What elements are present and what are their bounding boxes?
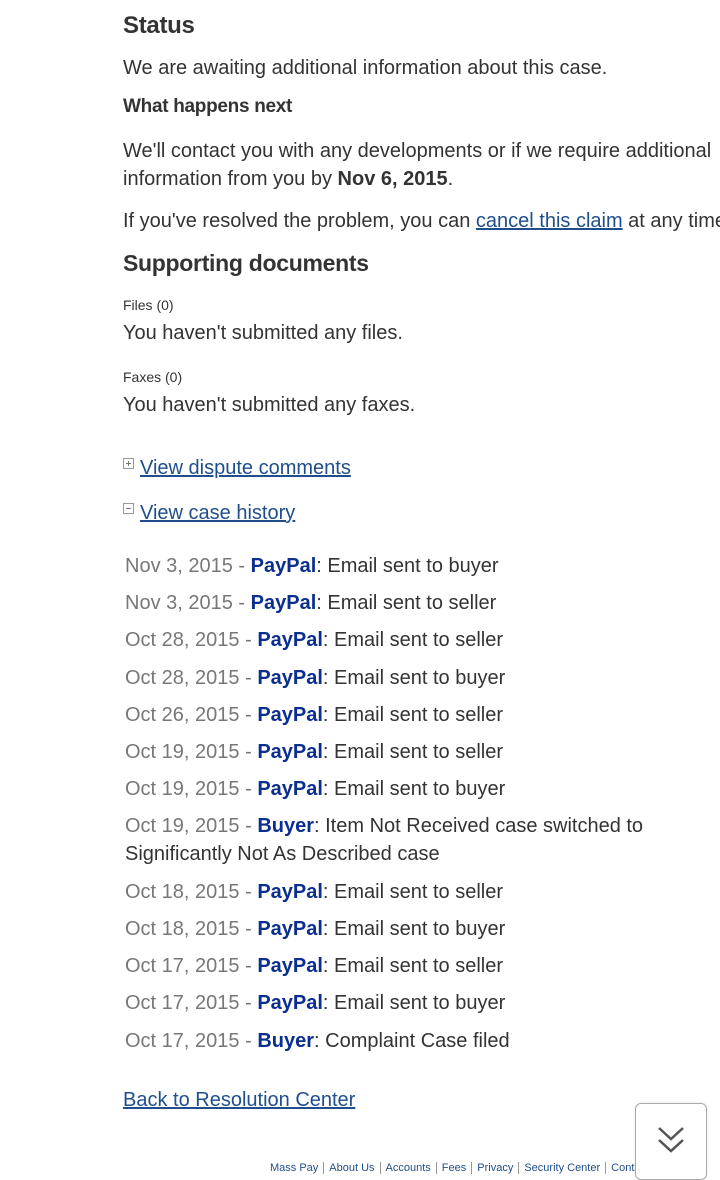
files-text: You haven't submitted any files.	[123, 322, 403, 344]
view-dispute-comments-link[interactable]: View dispute comments	[140, 457, 351, 480]
history-entry: Nov 3, 2015 - PayPal: Email sent to buye…	[125, 555, 499, 577]
history-entry: Nov 3, 2015 - PayPal: Email sent to sell…	[125, 592, 497, 614]
collapse-minus-icon[interactable]	[123, 503, 134, 514]
history-entry: Oct 18, 2015 - PayPal: Email sent to sel…	[125, 881, 503, 903]
history-entry: Oct 17, 2015 - PayPal: Email sent to buy…	[125, 992, 506, 1014]
history-entry: Oct 19, 2015 - PayPal: Email sent to buy…	[125, 778, 506, 800]
footer-link[interactable]: Privacy	[472, 1162, 520, 1174]
supporting-documents-heading: Supporting documents	[123, 250, 369, 276]
history-entry: Oct 17, 2015 - Buyer: Complaint Case fil…	[125, 1030, 510, 1052]
history-entry: Oct 26, 2015 - PayPal: Email sent to sel…	[125, 704, 503, 726]
faxes-text: You haven't submitted any faxes.	[123, 394, 416, 416]
resolved-text: If you've resolved the problem, you can …	[123, 210, 720, 232]
deadline-date: Nov 6, 2015	[337, 168, 448, 190]
case-history-toggle[interactable]: View case history	[123, 502, 295, 525]
footer-links: Mass Pay About Us Accounts Fees Privacy Secur…	[265, 1162, 672, 1174]
double-chevron-down-icon	[658, 1127, 684, 1153]
footer-link[interactable]: Security Center	[519, 1162, 607, 1174]
history-entry: Oct 28, 2015 - PayPal: Email sent to buy…	[125, 667, 506, 689]
history-entry: Oct 17, 2015 - PayPal: Email sent to sel…	[125, 955, 503, 977]
view-case-history-link[interactable]: View case history	[140, 502, 295, 525]
history-entry: Oct 19, 2015 - Buyer: Item Not Received …	[125, 815, 644, 865]
expand-plus-icon[interactable]	[123, 458, 134, 469]
files-label: Files (0)	[123, 297, 174, 313]
footer-link[interactable]: Mass Pay	[265, 1162, 325, 1174]
next-steps-text: We'll contact you with any developments …	[123, 140, 712, 190]
status-text: We are awaiting additional information a…	[123, 57, 608, 79]
dispute-comments-toggle[interactable]: View dispute comments	[123, 457, 351, 480]
faxes-label: Faxes (0)	[123, 369, 183, 385]
footer-link[interactable]: About Us	[324, 1162, 381, 1174]
cancel-claim-link[interactable]: cancel this claim	[476, 210, 623, 232]
scroll-down-button[interactable]	[635, 1103, 707, 1180]
back-to-resolution-center-link[interactable]: Back to Resolution Center	[123, 1089, 355, 1112]
what-happens-next-heading: What happens next	[123, 96, 293, 117]
footer-link[interactable]: Fees	[436, 1162, 473, 1174]
footer-link[interactable]: Accounts	[380, 1162, 437, 1174]
history-entry: Oct 28, 2015 - PayPal: Email sent to sel…	[125, 629, 503, 651]
status-heading: Status	[123, 12, 195, 39]
history-entry: Oct 18, 2015 - PayPal: Email sent to buy…	[125, 918, 506, 940]
history-entry: Oct 19, 2015 - PayPal: Email sent to sel…	[125, 741, 503, 763]
